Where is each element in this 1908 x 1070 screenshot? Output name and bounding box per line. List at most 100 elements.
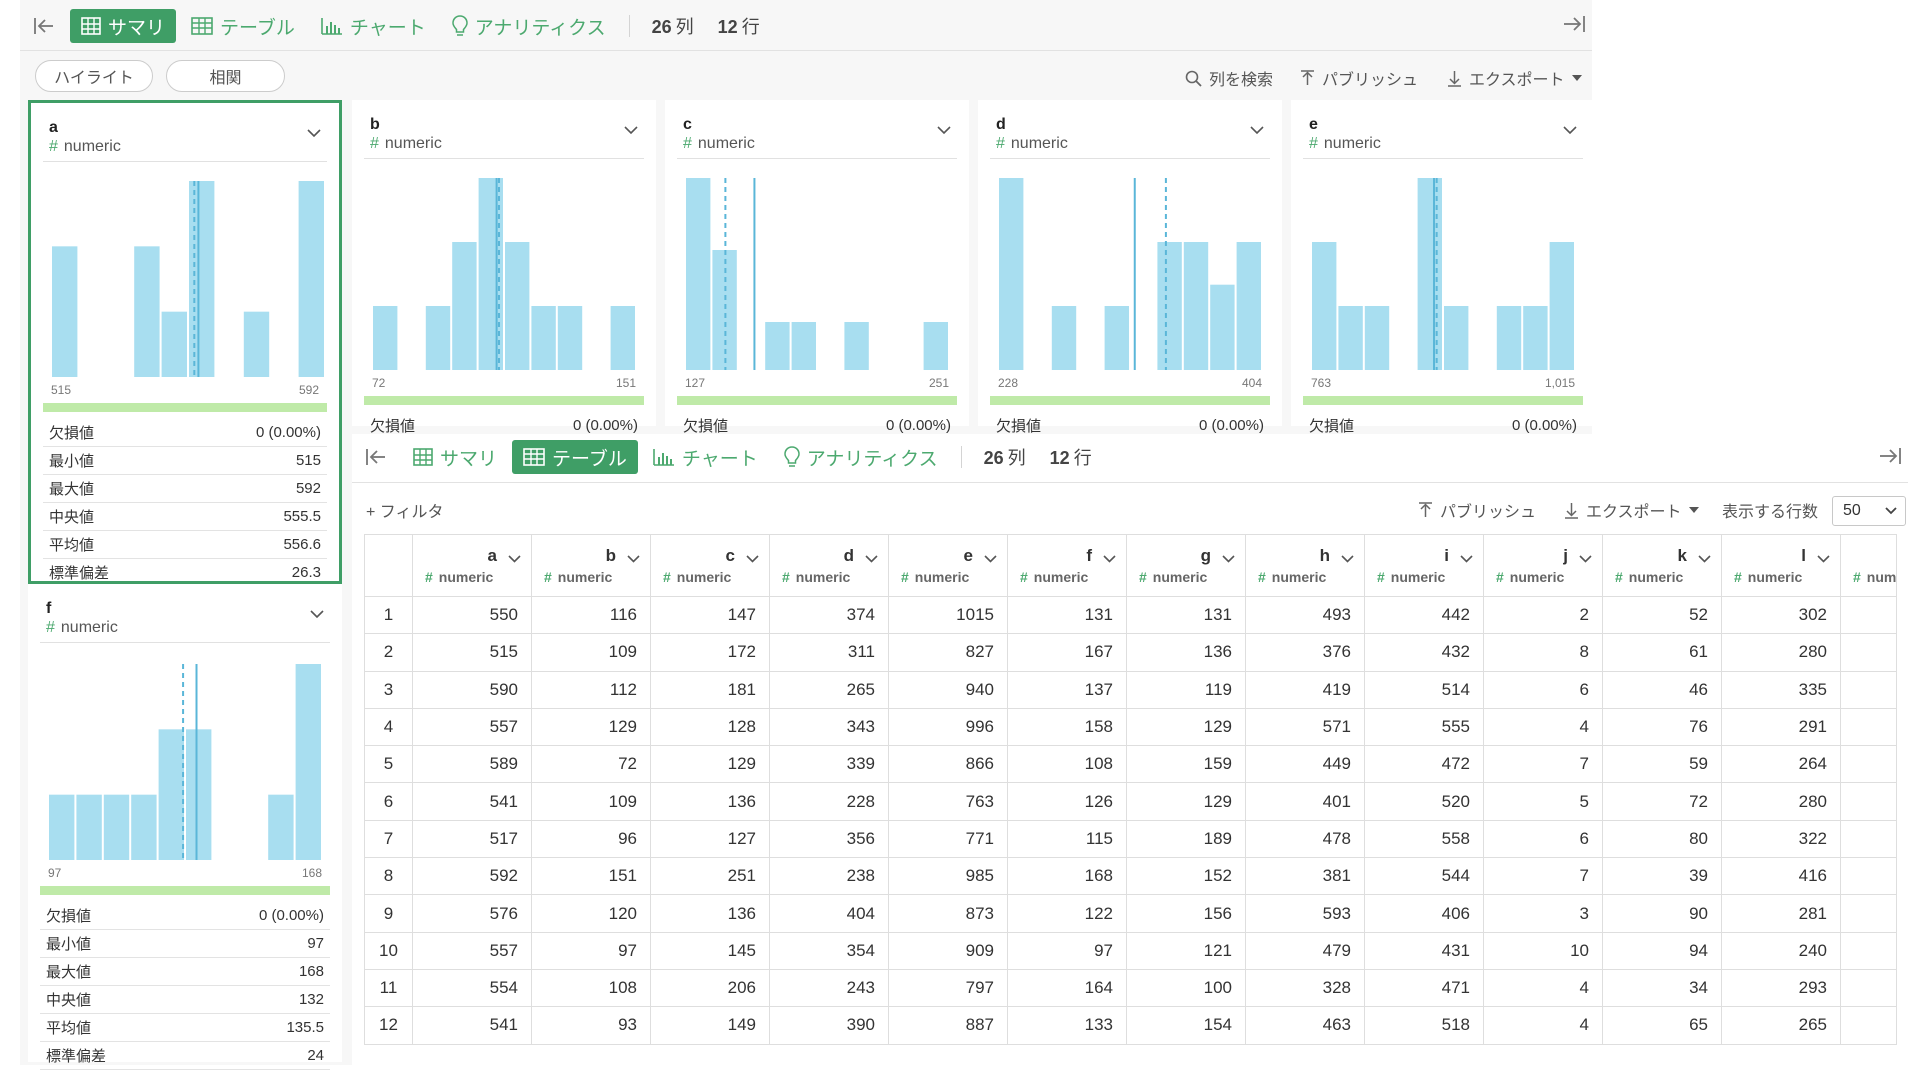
- table-cell[interactable]: 335: [1721, 670, 1841, 709]
- table-cell[interactable]: 541: [412, 782, 532, 821]
- table-cell[interactable]: 159: [1126, 745, 1246, 784]
- table-cell[interactable]: 39: [1602, 857, 1722, 896]
- table-cell[interactable]: 550: [412, 595, 532, 635]
- column-card-c[interactable]: c # numeric 127 251 欠損値 0 (0.00%): [665, 100, 969, 440]
- table-cell[interactable]: 1015: [888, 595, 1008, 635]
- table-cell[interactable]: 7: [1483, 857, 1603, 896]
- column-card-b[interactable]: b # numeric 72 151 欠損値 0 (0.00%): [352, 100, 656, 440]
- table-cell[interactable]: 59: [1602, 745, 1722, 784]
- table-cell[interactable]: 374: [769, 595, 889, 635]
- table-cell[interactable]: 6: [1483, 819, 1603, 859]
- rows-per-page-select[interactable]: 50: [1832, 496, 1906, 526]
- column-header-i[interactable]: i # numeric: [1364, 534, 1484, 597]
- chevron-down-icon[interactable]: [1579, 550, 1592, 568]
- table-cell[interactable]: 34: [1602, 968, 1722, 1008]
- chevron-down-icon[interactable]: [1817, 550, 1830, 568]
- table-cell[interactable]: 909: [888, 931, 1008, 970]
- table-cell[interactable]: 463: [1245, 1006, 1365, 1045]
- table-cell[interactable]: [1840, 1006, 1897, 1045]
- column-card-e[interactable]: e # numeric 763 1,015 欠損値 0 (0.00%): [1291, 100, 1595, 440]
- table-cell[interactable]: 493: [1245, 595, 1365, 635]
- table-cell[interactable]: 265: [1721, 1006, 1841, 1045]
- table-cell[interactable]: 343: [769, 707, 889, 747]
- column-card-d[interactable]: d # numeric 228 404 欠損値 0 (0.00%): [978, 100, 1282, 440]
- table-cell[interactable]: 472: [1364, 745, 1484, 784]
- table-cell[interactable]: 4: [1483, 1006, 1603, 1045]
- chevron-down-icon[interactable]: [1341, 550, 1354, 568]
- table-cell[interactable]: 61: [1602, 633, 1722, 672]
- table-cell[interactable]: [1840, 819, 1897, 859]
- table-cell[interactable]: 128: [650, 707, 770, 747]
- table-cell[interactable]: 557: [412, 931, 532, 970]
- table-cell[interactable]: 280: [1721, 633, 1841, 672]
- tab-chart[interactable]: チャート: [310, 9, 437, 43]
- table-cell[interactable]: 544: [1364, 857, 1484, 896]
- table-cell[interactable]: 164: [1007, 968, 1127, 1008]
- table-cell[interactable]: 471: [1364, 968, 1484, 1008]
- table-cell[interactable]: 354: [769, 931, 889, 970]
- chevron-down-icon[interactable]: [1222, 550, 1235, 568]
- table-cell[interactable]: 356: [769, 819, 889, 859]
- table-cell[interactable]: 133: [1007, 1006, 1127, 1045]
- table-cell[interactable]: 2: [1483, 595, 1603, 635]
- add-filter-button[interactable]: + フィルタ: [366, 498, 443, 522]
- column-header-j[interactable]: j # numeric: [1483, 534, 1603, 597]
- table-cell[interactable]: 52: [1602, 595, 1722, 635]
- chevron-down-icon[interactable]: [627, 550, 640, 568]
- column-header-more[interactable]: # num: [1840, 534, 1897, 597]
- table-cell[interactable]: 517: [412, 819, 532, 859]
- table-cell[interactable]: 515: [412, 633, 532, 672]
- table-cell[interactable]: 431: [1364, 931, 1484, 970]
- column-header-b[interactable]: b # numeric: [531, 534, 651, 597]
- table-cell[interactable]: 479: [1245, 931, 1365, 970]
- table-cell[interactable]: 3: [1483, 894, 1603, 933]
- table-cell[interactable]: 167: [1007, 633, 1127, 672]
- table-cell[interactable]: 151: [531, 857, 651, 896]
- table-cell[interactable]: 293: [1721, 968, 1841, 1008]
- table-cell[interactable]: 873: [888, 894, 1008, 933]
- export-button[interactable]: エクスポート: [1447, 66, 1582, 90]
- table-cell[interactable]: [1840, 670, 1897, 709]
- column-header-h[interactable]: h # numeric: [1245, 534, 1365, 597]
- table-cell[interactable]: 554: [412, 968, 532, 1008]
- table-cell[interactable]: 46: [1602, 670, 1722, 709]
- table-cell[interactable]: 576: [412, 894, 532, 933]
- table-cell[interactable]: 137: [1007, 670, 1127, 709]
- table-cell[interactable]: 265: [769, 670, 889, 709]
- table-cell[interactable]: 189: [1126, 819, 1246, 859]
- table-cell[interactable]: 449: [1245, 745, 1365, 784]
- table-cell[interactable]: 121: [1126, 931, 1246, 970]
- table-cell[interactable]: 109: [531, 782, 651, 821]
- table-cell[interactable]: 866: [888, 745, 1008, 784]
- table-cell[interactable]: 243: [769, 968, 889, 1008]
- table-cell[interactable]: 5: [1483, 782, 1603, 821]
- table-cell[interactable]: 514: [1364, 670, 1484, 709]
- table-cell[interactable]: 557: [412, 707, 532, 747]
- column-card-f[interactable]: f # numeric 97 168 欠損値 0 (0.00%) 最小値 97 最大値 168 中央値…: [28, 584, 342, 1070]
- table-cell[interactable]: 76: [1602, 707, 1722, 747]
- table-cell[interactable]: 149: [650, 1006, 770, 1045]
- table-cell[interactable]: 390: [769, 1006, 889, 1045]
- tab-analytics[interactable]: アナリティクス: [441, 9, 617, 43]
- table-cell[interactable]: 381: [1245, 857, 1365, 896]
- table-publish-button[interactable]: パブリッシュ: [1418, 498, 1536, 522]
- table-cell[interactable]: 7: [1483, 745, 1603, 784]
- chevron-down-icon[interactable]: [746, 550, 759, 568]
- table-cell[interactable]: 887: [888, 1006, 1008, 1045]
- table-cell[interactable]: 129: [1126, 707, 1246, 747]
- table-cell[interactable]: 100: [1126, 968, 1246, 1008]
- table-cell[interactable]: 238: [769, 857, 889, 896]
- chevron-down-icon[interactable]: [1460, 550, 1473, 568]
- table-cell[interactable]: 827: [888, 633, 1008, 672]
- chevron-down-icon[interactable]: [310, 606, 324, 624]
- table-cell[interactable]: 136: [650, 782, 770, 821]
- table-cell[interactable]: 797: [888, 968, 1008, 1008]
- table-cell[interactable]: 593: [1245, 894, 1365, 933]
- table-cell[interactable]: 172: [650, 633, 770, 672]
- table-cell[interactable]: 90: [1602, 894, 1722, 933]
- table-cell[interactable]: [1840, 894, 1897, 933]
- table-cell[interactable]: 136: [650, 894, 770, 933]
- table-cell[interactable]: 322: [1721, 819, 1841, 859]
- table-cell[interactable]: 10: [1483, 931, 1603, 970]
- table-cell[interactable]: 996: [888, 707, 1008, 747]
